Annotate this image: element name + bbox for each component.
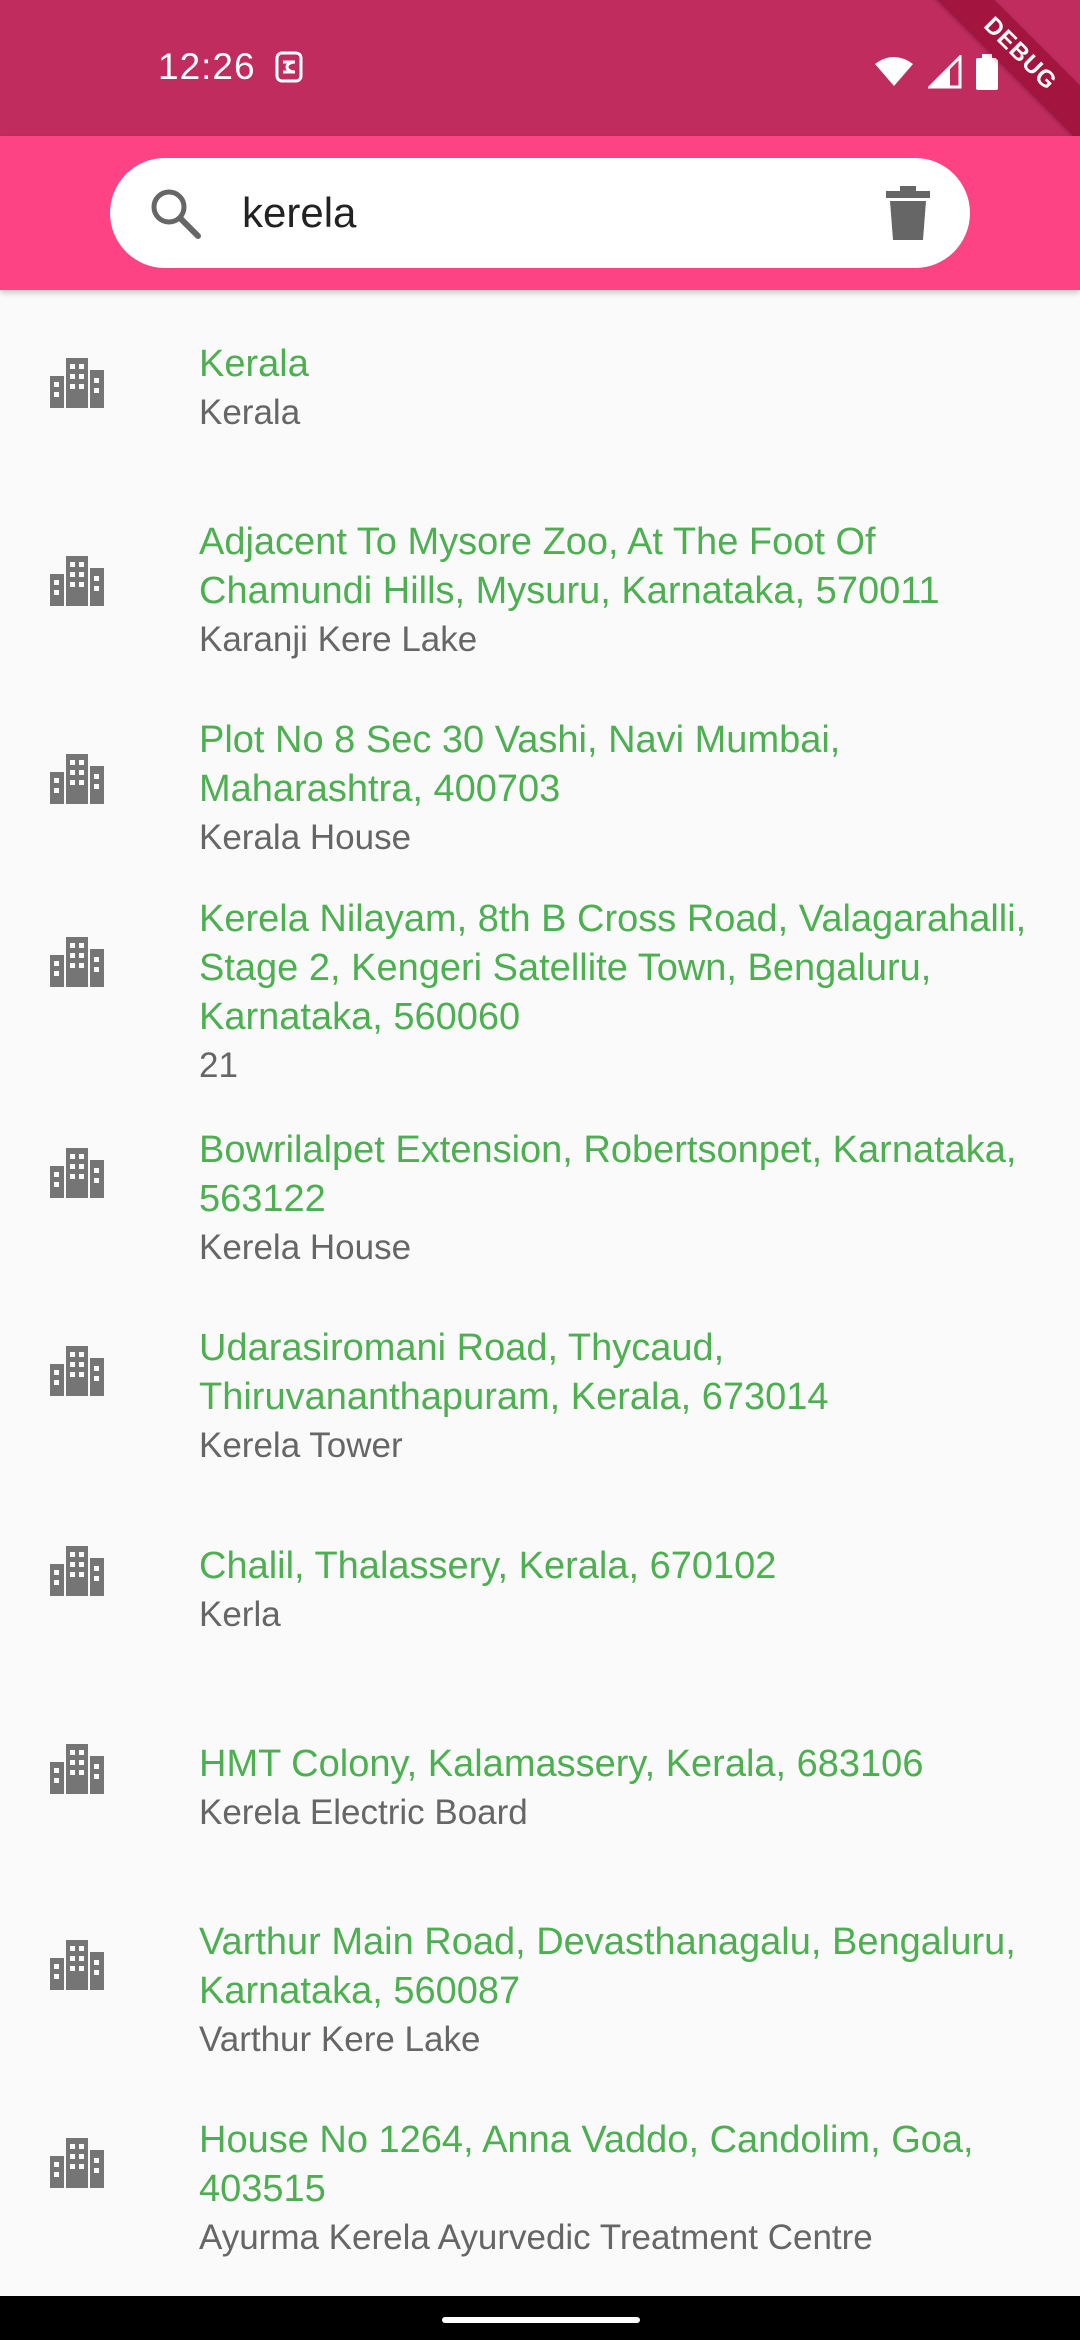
home-gesture-handle[interactable] bbox=[442, 2317, 640, 2323]
location-city-icon bbox=[50, 1546, 104, 1601]
location-city-icon bbox=[50, 2138, 104, 2193]
result-subtitle: 21 bbox=[199, 1046, 238, 1085]
location-city-icon bbox=[50, 358, 104, 413]
result-subtitle: Kerala bbox=[199, 393, 301, 432]
app-bar bbox=[0, 136, 1080, 290]
result-title: Kerela Nilayam, 8th B Cross Road, Valaga… bbox=[199, 898, 1027, 1038]
navigation-bar bbox=[0, 2296, 1080, 2340]
result-subtitle: Varthur Kere Lake bbox=[199, 2020, 481, 2059]
result-title: Adjacent To Mysore Zoo, At The Foot Of C… bbox=[199, 521, 940, 612]
result-title: Bowrilalpet Extension, Robertsonpet, Kar… bbox=[199, 1129, 1017, 1220]
result-title: House No 1264, Anna Vaddo, Candolim, Goa… bbox=[199, 2119, 974, 2210]
result-subtitle: Kerela Tower bbox=[199, 1426, 403, 1465]
location-city-icon bbox=[50, 1346, 104, 1401]
location-city-icon bbox=[50, 556, 104, 611]
result-subtitle: Ayurma Kerela Ayurvedic Treatment Centre bbox=[199, 2218, 873, 2257]
result-subtitle: Kerela Electric Board bbox=[199, 1793, 528, 1832]
location-city-icon bbox=[50, 754, 104, 809]
result-subtitle: Kerla bbox=[199, 1595, 281, 1634]
search-input[interactable] bbox=[242, 180, 842, 246]
result-subtitle: Kerela House bbox=[199, 1228, 412, 1267]
signal-icon bbox=[926, 53, 962, 94]
result-title: Chalil, Thalassery, Kerala, 670102 bbox=[199, 1545, 777, 1587]
result-title: HMT Colony, Kalamassery, Kerala, 683106 bbox=[199, 1743, 924, 1785]
location-city-icon bbox=[50, 937, 104, 992]
result-title: Kerala bbox=[199, 343, 309, 385]
battery-icon bbox=[976, 54, 998, 95]
wifi-icon bbox=[874, 56, 914, 93]
result-title: Varthur Main Road, Devasthanagalu, Benga… bbox=[199, 1921, 1016, 2012]
location-city-icon bbox=[50, 1148, 104, 1203]
result-subtitle: Kerala House bbox=[199, 818, 412, 857]
location-city-icon bbox=[50, 1744, 104, 1799]
notification-icon bbox=[274, 50, 304, 89]
location-city-icon bbox=[50, 1940, 104, 1995]
search-bar[interactable] bbox=[110, 158, 970, 268]
status-bar: 12:26 DEBUG bbox=[0, 0, 1080, 161]
result-title: Udarasiromani Road, Thycaud, Thiruvanant… bbox=[199, 1327, 829, 1418]
delete-icon[interactable] bbox=[886, 186, 930, 245]
search-icon[interactable] bbox=[148, 186, 202, 245]
result-title: Plot No 8 Sec 30 Vashi, Navi Mumbai, Mah… bbox=[199, 719, 841, 810]
status-time: 12:26 bbox=[158, 46, 256, 87]
result-subtitle: Karanji Kere Lake bbox=[199, 620, 478, 659]
